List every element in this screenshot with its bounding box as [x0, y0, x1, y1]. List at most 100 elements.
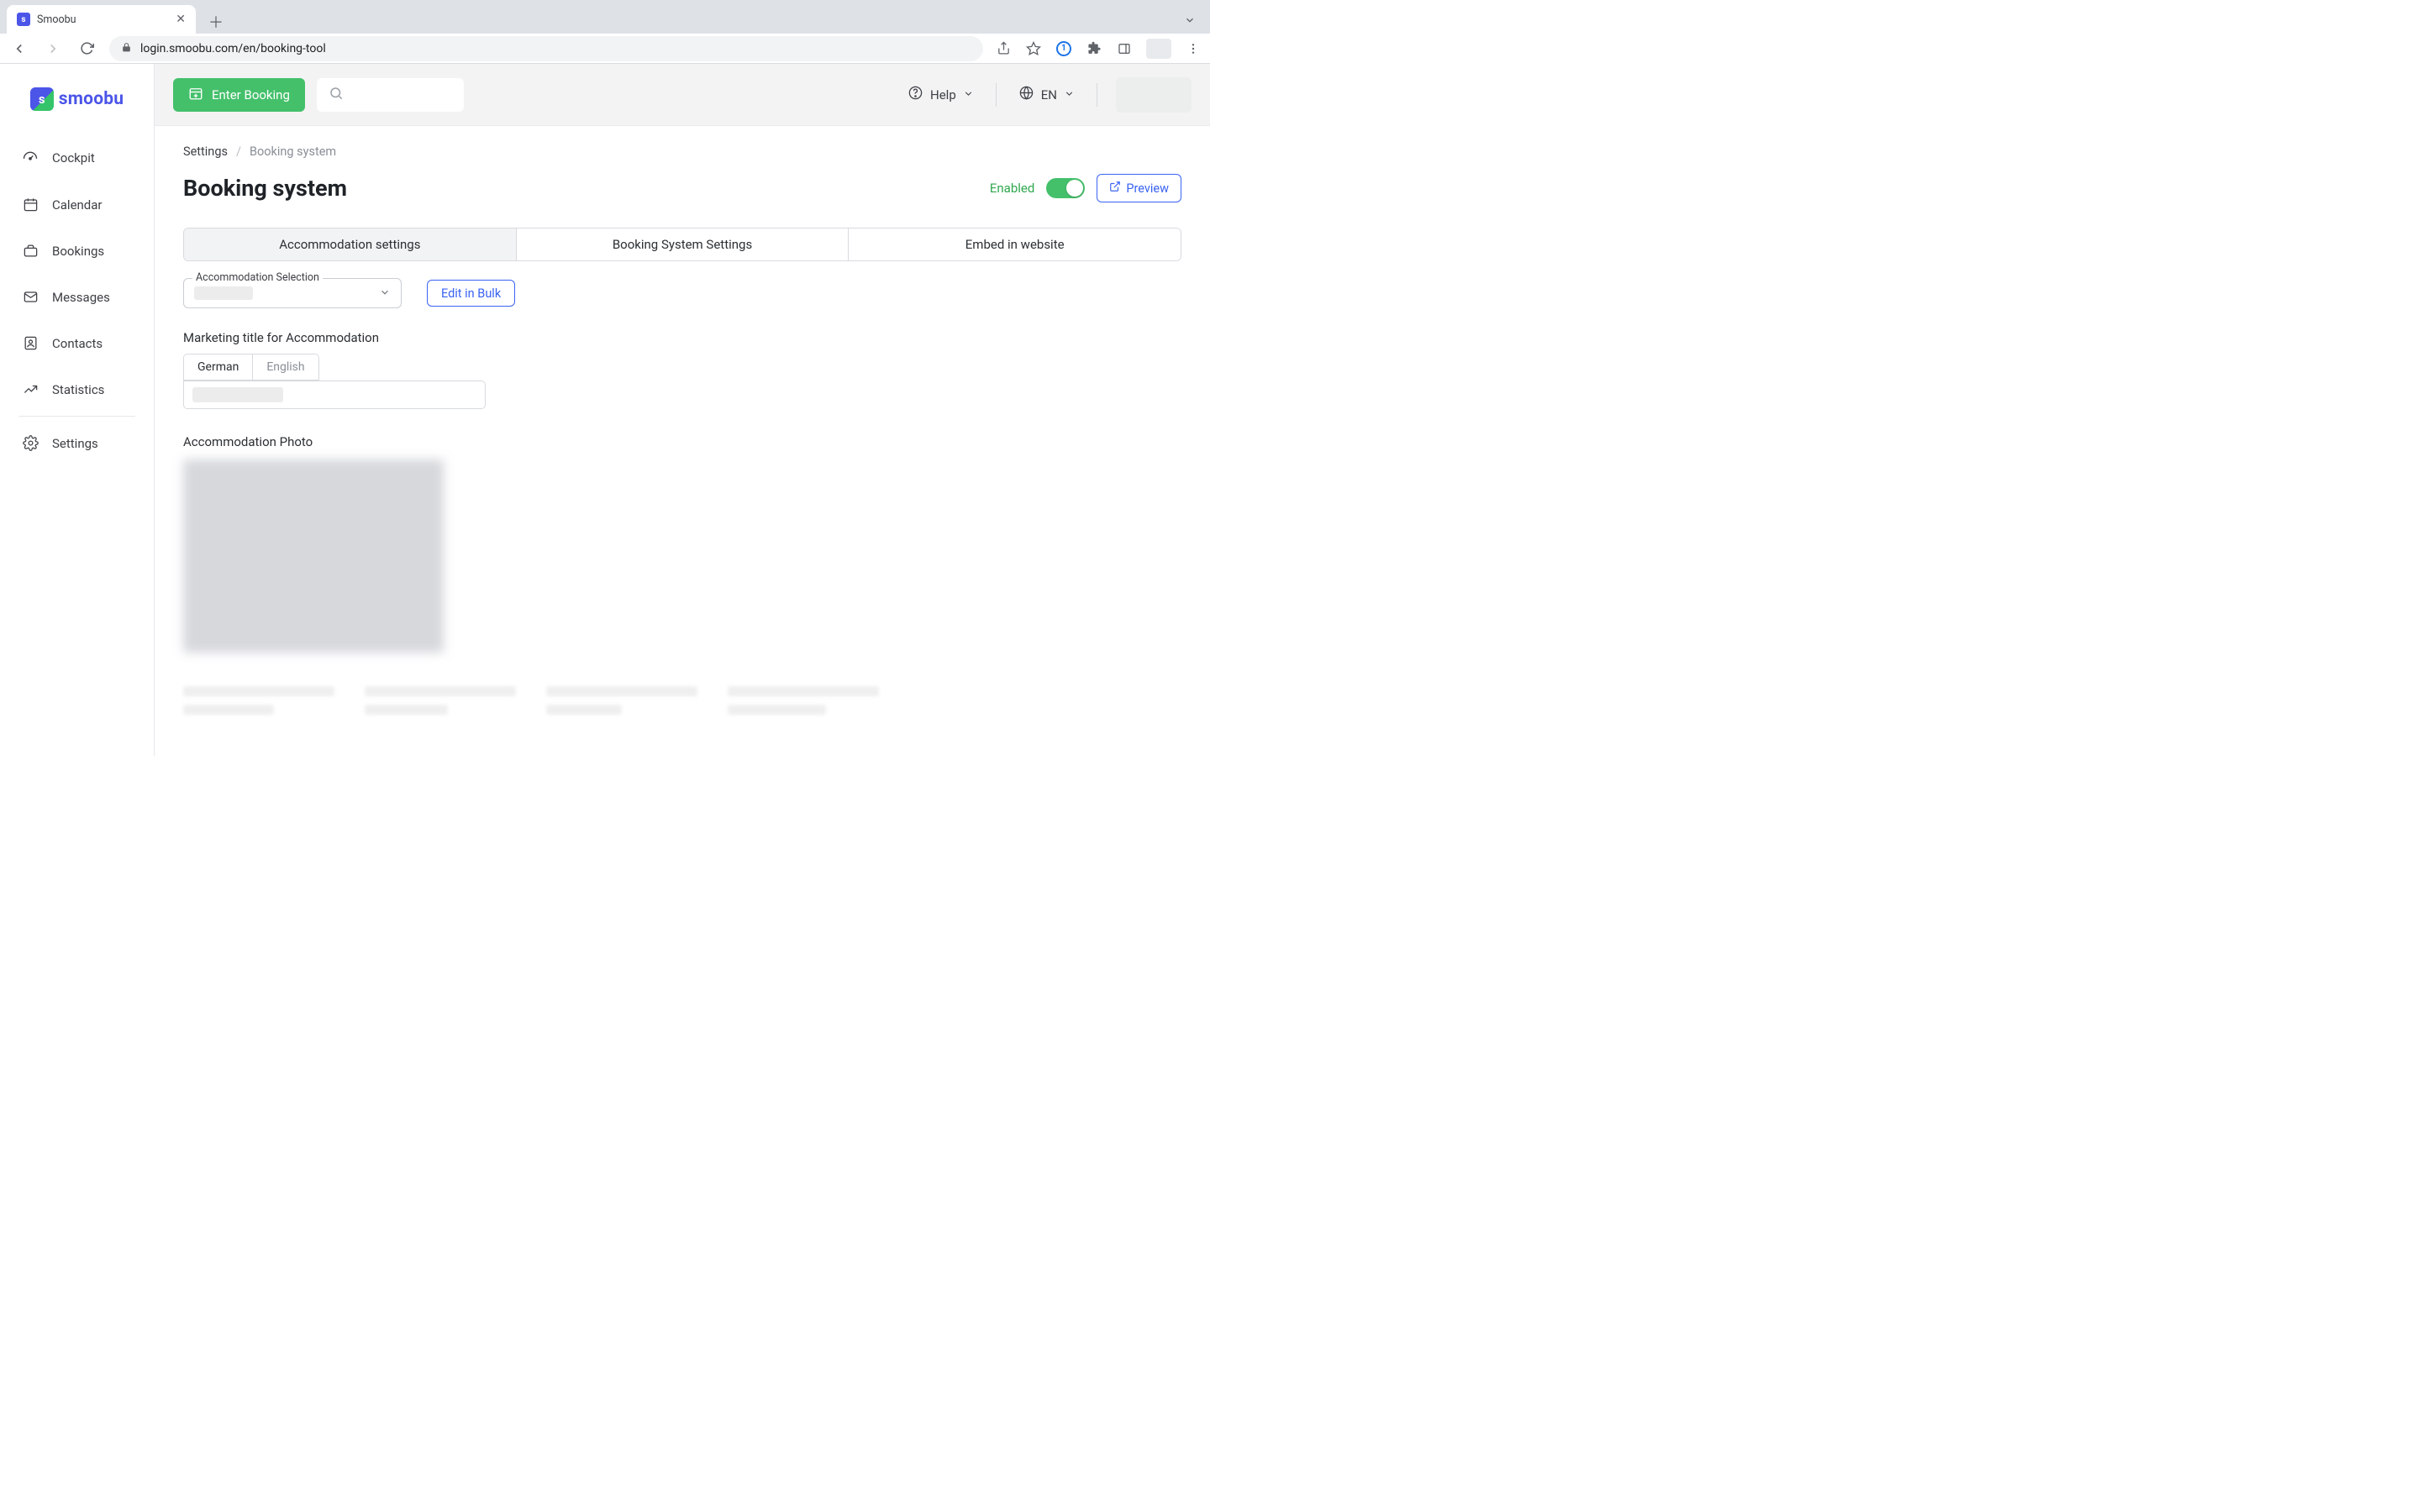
address-bar-row: login.smoobu.com/en/booking-tool 1 — [0, 34, 1210, 64]
enabled-toggle[interactable] — [1046, 178, 1085, 198]
lang-tab-german[interactable]: German — [183, 354, 253, 381]
kebab-menu-icon[interactable] — [1185, 40, 1202, 57]
search-icon — [329, 86, 344, 104]
toggle-knob — [1066, 180, 1083, 197]
browser-tab[interactable]: s Smoobu ✕ — [7, 5, 196, 34]
sidebar-item-label: Bookings — [52, 244, 104, 259]
calendar-plus-icon — [188, 86, 203, 104]
content: Settings / Booking system Booking system… — [155, 126, 1210, 742]
app-root: s smoobu Cockpit Calendar Bookings — [0, 64, 1210, 756]
language-tabs: German English — [183, 354, 1181, 381]
title-actions: Enabled Preview — [990, 174, 1181, 202]
marketing-title-input[interactable] — [183, 381, 486, 409]
chrome-actions: 1 — [995, 39, 1202, 59]
sidebar-item-label: Statistics — [52, 382, 104, 397]
reload-button[interactable] — [76, 38, 97, 60]
preview-button[interactable]: Preview — [1097, 174, 1181, 202]
main-area: Enter Booking Help — [155, 64, 1210, 756]
extensions-icon[interactable] — [1086, 40, 1102, 57]
gauge-icon — [22, 150, 39, 166]
sidebar-item-label: Cockpit — [52, 150, 95, 165]
back-button[interactable] — [8, 38, 30, 60]
url-text: login.smoobu.com/en/booking-tool — [140, 42, 326, 55]
share-icon[interactable] — [995, 40, 1012, 57]
topbar: Enter Booking Help — [155, 64, 1210, 126]
logo-mark-icon: s — [30, 87, 54, 111]
tab-title: Smoobu — [37, 13, 76, 26]
sidebar-item-label: Calendar — [52, 197, 103, 213]
lang-tab-english[interactable]: English — [253, 354, 318, 381]
account-menu[interactable] — [1116, 77, 1192, 113]
sidebar-item-calendar[interactable]: Calendar — [7, 181, 147, 228]
enter-booking-button[interactable]: Enter Booking — [173, 78, 305, 112]
accommodation-select-label: Accommodation Selection — [192, 271, 323, 284]
favicon-icon: s — [17, 13, 30, 26]
redacted-content — [183, 686, 1181, 723]
enabled-label: Enabled — [990, 181, 1034, 196]
browser-chrome: s Smoobu ✕ ＋ login.smoobu.com/en/booking… — [0, 0, 1210, 64]
topbar-separator — [996, 83, 997, 107]
globe-icon — [1018, 85, 1034, 104]
address-bar[interactable]: login.smoobu.com/en/booking-tool — [109, 36, 983, 61]
sidepanel-icon[interactable] — [1116, 40, 1133, 57]
breadcrumb-separator: / — [236, 144, 241, 159]
tab-booking-system-settings[interactable]: Booking System Settings — [516, 228, 849, 260]
accommodation-photo[interactable] — [183, 459, 444, 653]
briefcase-icon — [22, 243, 39, 259]
sidebar-item-label: Settings — [52, 436, 98, 451]
mail-icon — [22, 289, 39, 305]
star-icon[interactable] — [1025, 40, 1042, 57]
sidebar: s smoobu Cockpit Calendar Bookings — [0, 64, 155, 756]
tab-embed-in-website[interactable]: Embed in website — [848, 228, 1181, 260]
sidebar-item-settings[interactable]: Settings — [7, 420, 147, 466]
accommodation-select-value — [194, 286, 253, 300]
sidebar-item-messages[interactable]: Messages — [7, 274, 147, 320]
tab-accommodation-settings[interactable]: Accommodation settings — [184, 228, 516, 260]
logo-text: smoobu — [59, 89, 124, 109]
accommodation-selection-row: Accommodation Selection Edit in Bulk — [183, 278, 1181, 308]
edit-in-bulk-button[interactable]: Edit in Bulk — [427, 280, 515, 307]
accommodation-photo-label: Accommodation Photo — [183, 434, 1181, 449]
tabs-dropdown-icon[interactable] — [1176, 7, 1203, 34]
help-menu[interactable]: Help — [904, 85, 977, 104]
sidebar-item-label: Messages — [52, 290, 110, 305]
sidebar-item-bookings[interactable]: Bookings — [7, 228, 147, 274]
page-title: Booking system — [183, 175, 347, 202]
chart-icon — [22, 381, 39, 397]
forward-button[interactable] — [42, 38, 64, 60]
marketing-title-value — [192, 387, 283, 402]
tab-strip: s Smoobu ✕ ＋ — [0, 0, 1210, 34]
close-tab-icon[interactable]: ✕ — [176, 13, 186, 26]
preview-label: Preview — [1126, 181, 1169, 196]
marketing-title-label: Marketing title for Accommodation — [183, 330, 1181, 345]
subtabs: Accommodation settings Booking System Se… — [183, 228, 1181, 261]
logo[interactable]: s smoobu — [0, 79, 154, 134]
language-label: EN — [1041, 87, 1057, 102]
lock-icon — [121, 42, 132, 55]
language-menu[interactable]: EN — [1015, 85, 1078, 104]
profile-avatar[interactable] — [1146, 39, 1171, 59]
sidebar-item-statistics[interactable]: Statistics — [7, 366, 147, 412]
breadcrumb-root[interactable]: Settings — [183, 144, 228, 159]
breadcrumb: Settings / Booking system — [183, 144, 1181, 159]
chevron-down-icon — [1064, 87, 1075, 102]
sidebar-item-cockpit[interactable]: Cockpit — [7, 134, 147, 181]
sidebar-item-contacts[interactable]: Contacts — [7, 320, 147, 366]
gear-icon — [22, 435, 39, 451]
chevron-down-icon — [963, 87, 974, 102]
help-label: Help — [930, 87, 956, 102]
chevron-down-icon — [379, 286, 391, 302]
help-icon — [908, 85, 923, 104]
sidebar-item-label: Contacts — [52, 336, 103, 351]
enter-booking-label: Enter Booking — [212, 87, 290, 102]
form-area: Accommodation Selection Edit in Bulk Mar… — [183, 278, 1181, 723]
breadcrumb-current: Booking system — [250, 144, 336, 159]
search-input[interactable] — [317, 78, 464, 112]
accommodation-select[interactable]: Accommodation Selection — [183, 278, 402, 308]
new-tab-button[interactable]: ＋ — [204, 10, 228, 34]
onepassword-icon[interactable]: 1 — [1055, 40, 1072, 57]
nav-list: Cockpit Calendar Bookings Messages — [0, 134, 154, 466]
topbar-right: Help EN — [904, 77, 1192, 113]
title-row: Booking system Enabled Preview — [183, 174, 1181, 202]
nav-divider — [18, 416, 135, 417]
